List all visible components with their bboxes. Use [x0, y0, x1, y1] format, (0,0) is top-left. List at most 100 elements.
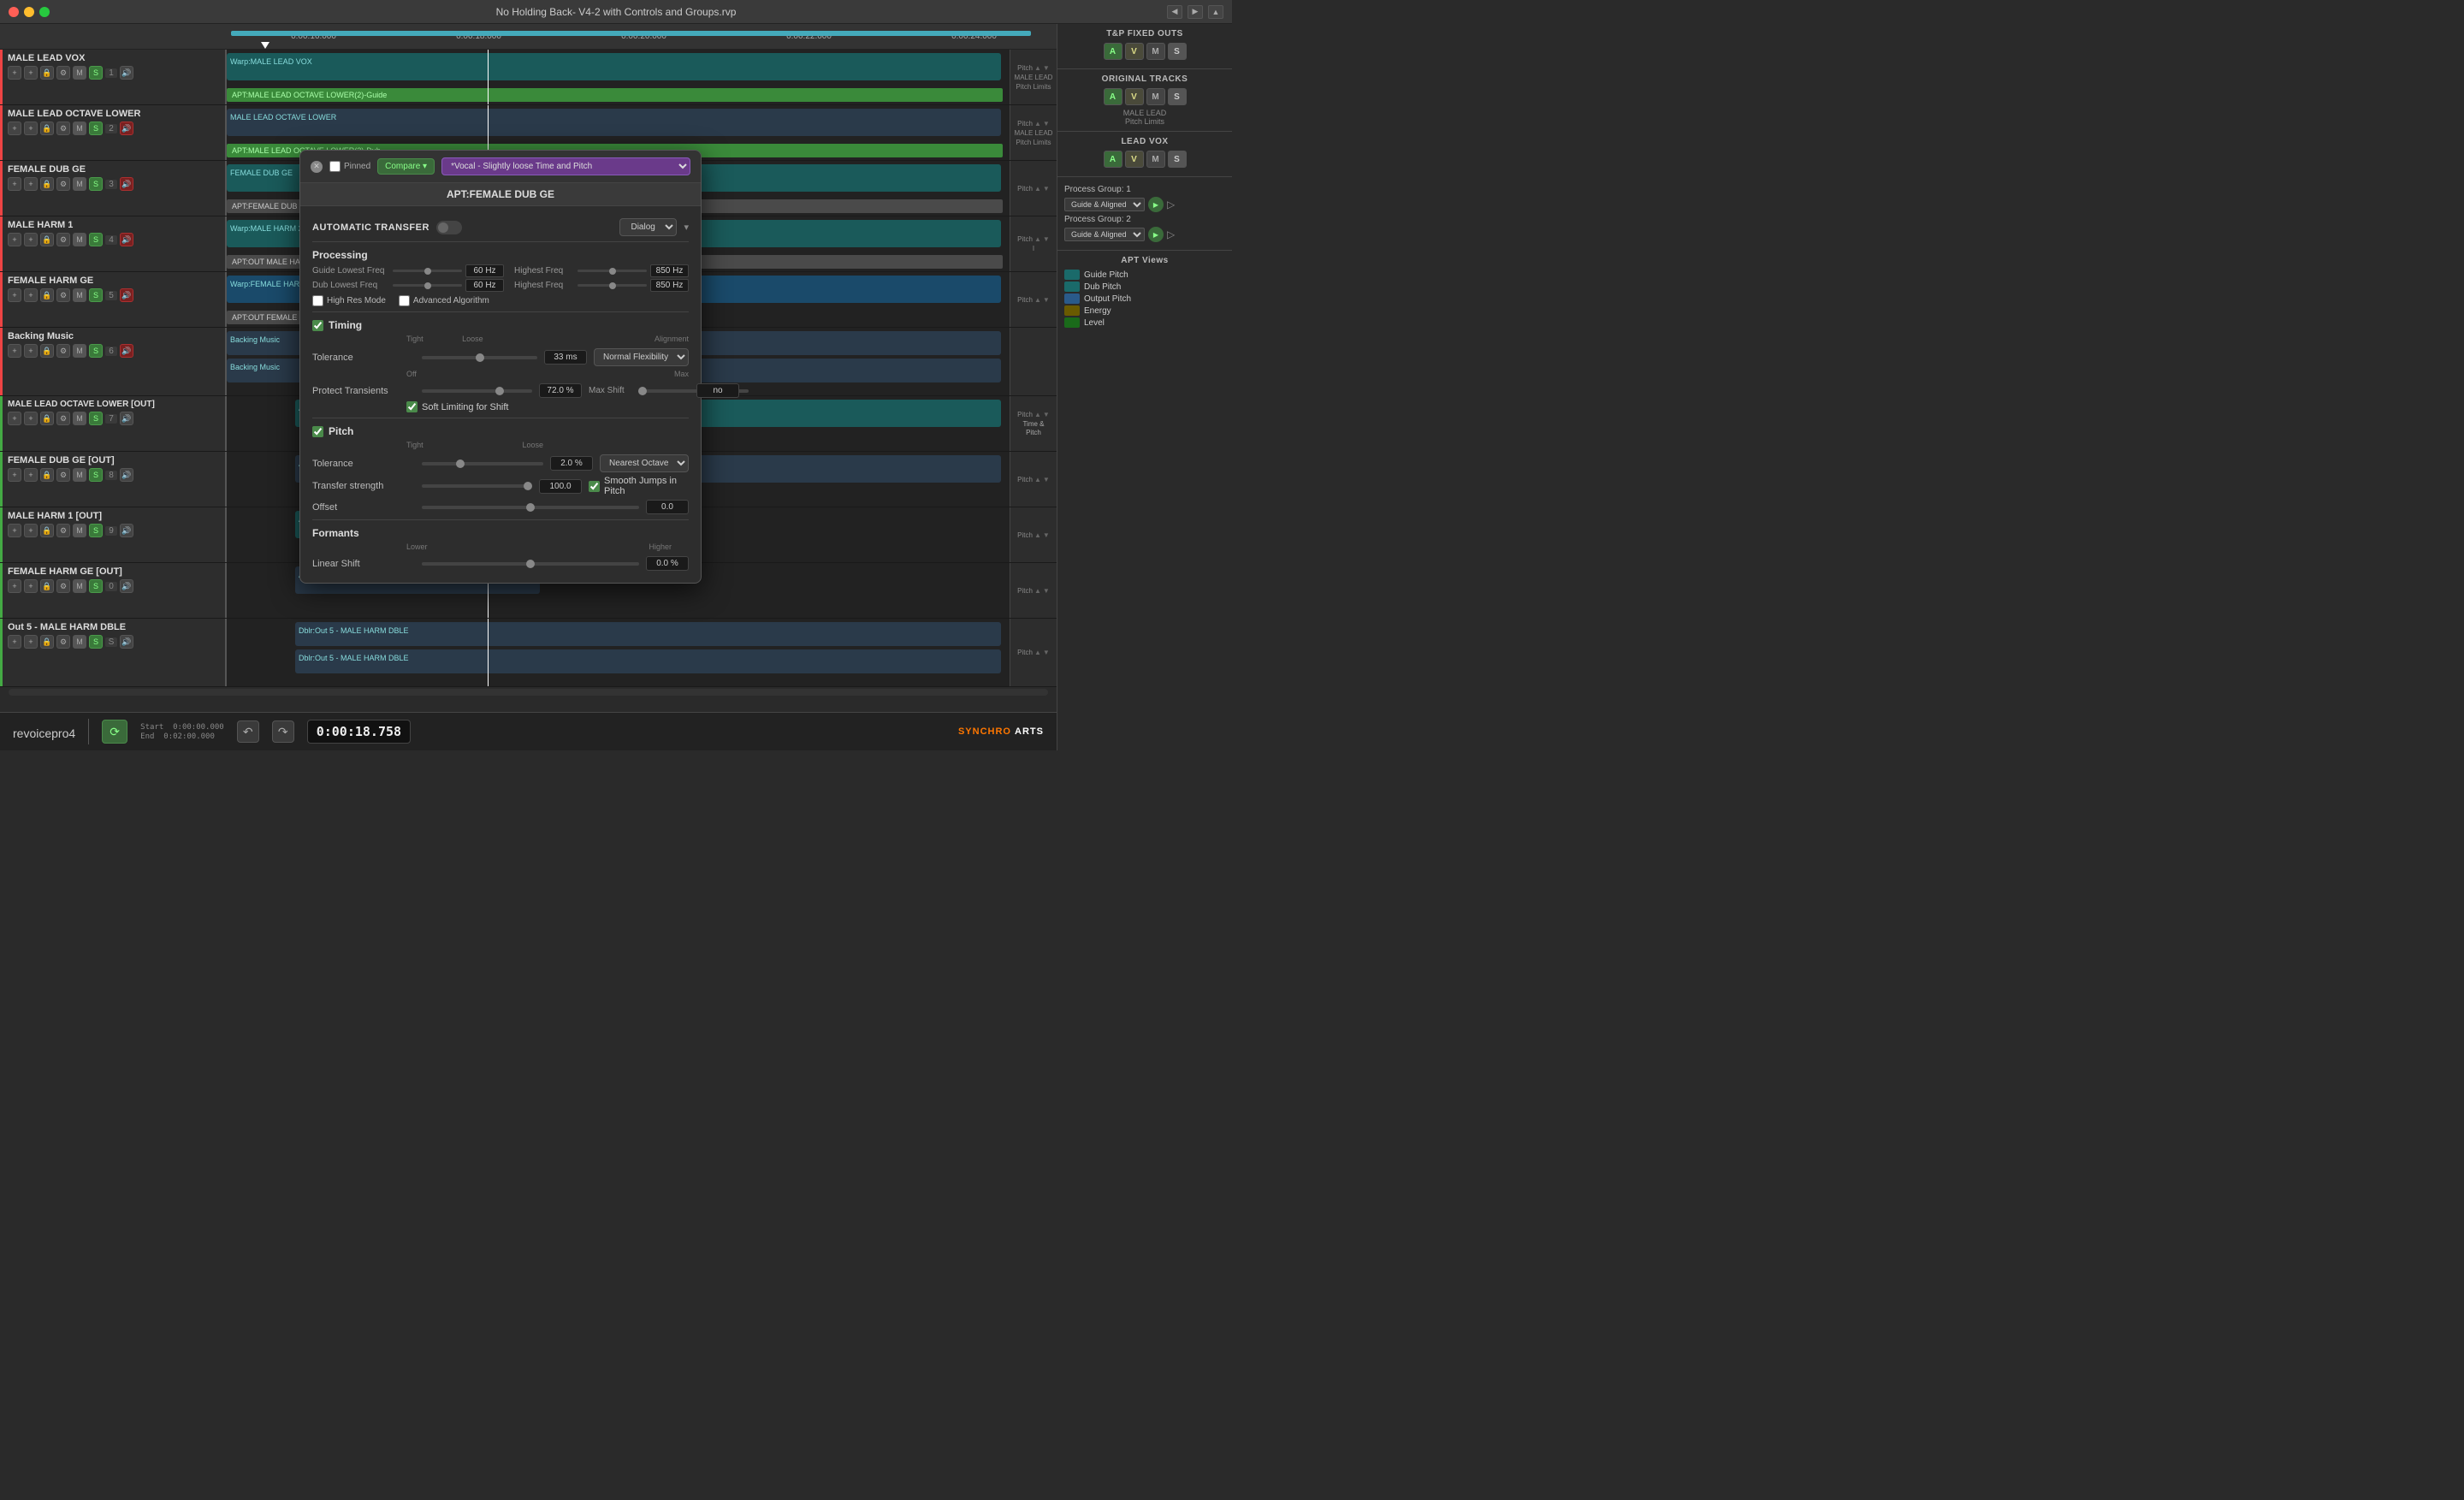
track-lock-btn-6[interactable]: 🔒: [40, 344, 54, 358]
tpfixed-m-btn[interactable]: M: [1146, 43, 1165, 60]
guide-highest-slider[interactable]: [578, 270, 647, 272]
track-plus-btn-6[interactable]: +: [24, 344, 38, 358]
pinned-checkbox[interactable]: [329, 161, 341, 172]
track-m-btn-11[interactable]: M: [73, 635, 86, 649]
leadv-s-btn[interactable]: S: [1168, 151, 1187, 168]
hires-checkbox[interactable]: [312, 295, 323, 306]
track-gear-btn-3[interactable]: ⚙: [56, 177, 70, 191]
track-lock-btn-9[interactable]: 🔒: [40, 524, 54, 537]
track-add-btn-9[interactable]: +: [8, 524, 21, 537]
tpfixed-s-btn[interactable]: S: [1168, 43, 1187, 60]
track-speaker-8[interactable]: 🔊: [120, 468, 133, 482]
track-plus-btn-7[interactable]: +: [24, 412, 38, 425]
track-s-btn-1[interactable]: S: [89, 66, 103, 80]
track-m-btn-8[interactable]: M: [73, 468, 86, 482]
track-plus-btn-5[interactable]: +: [24, 288, 38, 302]
pitch-arrow-up-3[interactable]: ▲: [1034, 185, 1041, 193]
alignment-select[interactable]: Normal Flexibility: [594, 348, 689, 366]
smooth-jumps-checkbox[interactable]: [589, 481, 600, 492]
orig-m-btn[interactable]: M: [1146, 88, 1165, 105]
track-s-btn-11[interactable]: S: [89, 635, 103, 649]
pg1-select[interactable]: Guide & Aligned: [1064, 198, 1145, 211]
track-speaker-10[interactable]: 🔊: [120, 579, 133, 593]
track-lock-btn-7[interactable]: 🔒: [40, 412, 54, 425]
pitch-arrow-dn-9[interactable]: ▼: [1043, 531, 1050, 539]
pitch-arrow-up-11[interactable]: ▲: [1034, 649, 1041, 656]
track-speaker-11[interactable]: 🔊: [120, 635, 133, 649]
pitch-arrow-up-8[interactable]: ▲: [1034, 476, 1041, 483]
track-speaker-2[interactable]: 🔊: [120, 122, 133, 135]
track-m-btn-3[interactable]: M: [73, 177, 86, 191]
pitch-arrow-dn-7[interactable]: ▼: [1043, 411, 1050, 418]
tpfixed-v-btn[interactable]: V: [1125, 43, 1144, 60]
orig-s-btn[interactable]: S: [1168, 88, 1187, 105]
track-lock-btn-10[interactable]: 🔒: [40, 579, 54, 593]
nav-up-icon[interactable]: ▲: [1208, 5, 1223, 19]
track-plus-btn-4[interactable]: +: [24, 233, 38, 246]
track-m-btn-1[interactable]: M: [73, 66, 86, 80]
track-gear-btn-6[interactable]: ⚙: [56, 344, 70, 358]
track-add-btn-11[interactable]: +: [8, 635, 21, 649]
track-content-11[interactable]: Dblr:Out 5 - MALE HARM DBLE Dblr:Out 5 -…: [227, 619, 1010, 686]
pitch-arrow-dn-5[interactable]: ▼: [1043, 296, 1050, 304]
track-speaker-4[interactable]: 🔊: [120, 233, 133, 246]
pitch-tolerance-slider[interactable]: [422, 462, 543, 465]
dialog-select[interactable]: Dialog: [619, 218, 677, 236]
track-lock-btn-4[interactable]: 🔒: [40, 233, 54, 246]
pitch-arrow-dn-1[interactable]: ▼: [1043, 64, 1050, 72]
pitch-arrow-dn-4[interactable]: ▼: [1043, 235, 1050, 243]
pitch-arrow-up-4[interactable]: ▲: [1034, 235, 1041, 243]
track-s-btn-7[interactable]: S: [89, 412, 103, 425]
redo-button[interactable]: ↷: [272, 720, 294, 743]
guide-pitch-eye[interactable]: [1064, 270, 1080, 280]
track-m-btn-2[interactable]: M: [73, 122, 86, 135]
protect-slider[interactable]: [422, 389, 532, 393]
track-add-btn-5[interactable]: +: [8, 288, 21, 302]
track-m-btn-6[interactable]: M: [73, 344, 86, 358]
timing-enabled-checkbox[interactable]: [312, 320, 323, 331]
track-speaker-5[interactable]: 🔊: [120, 288, 133, 302]
pitch-arrow-up-7[interactable]: ▲: [1034, 411, 1041, 418]
track-s-btn-10[interactable]: S: [89, 579, 103, 593]
track-gear-btn-10[interactable]: ⚙: [56, 579, 70, 593]
track-m-btn-7[interactable]: M: [73, 412, 86, 425]
track-lock-btn-3[interactable]: 🔒: [40, 177, 54, 191]
transfer-slider[interactable]: [422, 484, 532, 488]
dub-highest-slider[interactable]: [578, 284, 647, 287]
dub-pitch-eye[interactable]: [1064, 282, 1080, 292]
track-speaker-3[interactable]: 🔊: [120, 177, 133, 191]
loop-button[interactable]: ⟳: [102, 720, 127, 744]
pitch-arrow-dn-11[interactable]: ▼: [1043, 649, 1050, 656]
dub-lowest-slider[interactable]: [393, 284, 462, 287]
track-add-btn-1[interactable]: +: [8, 66, 21, 80]
track-speaker-7[interactable]: 🔊: [120, 412, 133, 425]
track-lock-btn-2[interactable]: 🔒: [40, 122, 54, 135]
track-plus-btn-11[interactable]: +: [24, 635, 38, 649]
track-lock-btn-1[interactable]: 🔒: [40, 66, 54, 80]
maximize-button[interactable]: [39, 7, 50, 17]
leadv-a-btn[interactable]: A: [1104, 151, 1122, 168]
track-s-btn-6[interactable]: S: [89, 344, 103, 358]
track-add-btn-3[interactable]: +: [8, 177, 21, 191]
track-plus-btn-10[interactable]: +: [24, 579, 38, 593]
track-m-btn-9[interactable]: M: [73, 524, 86, 537]
track-gear-btn-9[interactable]: ⚙: [56, 524, 70, 537]
level-eye[interactable]: [1064, 317, 1080, 328]
undo-button[interactable]: ↶: [237, 720, 259, 743]
track-lock-btn-11[interactable]: 🔒: [40, 635, 54, 649]
pitch-arrow-up-1[interactable]: ▲: [1034, 64, 1041, 72]
linear-shift-slider[interactable]: [422, 562, 639, 566]
track-gear-btn-4[interactable]: ⚙: [56, 233, 70, 246]
track-s-btn-8[interactable]: S: [89, 468, 103, 482]
track-add-btn-8[interactable]: +: [8, 468, 21, 482]
track-plus-btn-8[interactable]: +: [24, 468, 38, 482]
timeline-bar[interactable]: [231, 31, 1031, 36]
tpfixed-a-btn[interactable]: A: [1104, 43, 1122, 60]
pitch-alignment-select[interactable]: Nearest Octave: [600, 454, 689, 472]
nav-left-icon[interactable]: ◀: [1167, 5, 1182, 19]
track-speaker-6[interactable]: 🔊: [120, 344, 133, 358]
track-lock-btn-8[interactable]: 🔒: [40, 468, 54, 482]
pitch-arrow-up-5[interactable]: ▲: [1034, 296, 1041, 304]
track-plus-btn-3[interactable]: +: [24, 177, 38, 191]
track-s-btn-4[interactable]: S: [89, 233, 103, 246]
